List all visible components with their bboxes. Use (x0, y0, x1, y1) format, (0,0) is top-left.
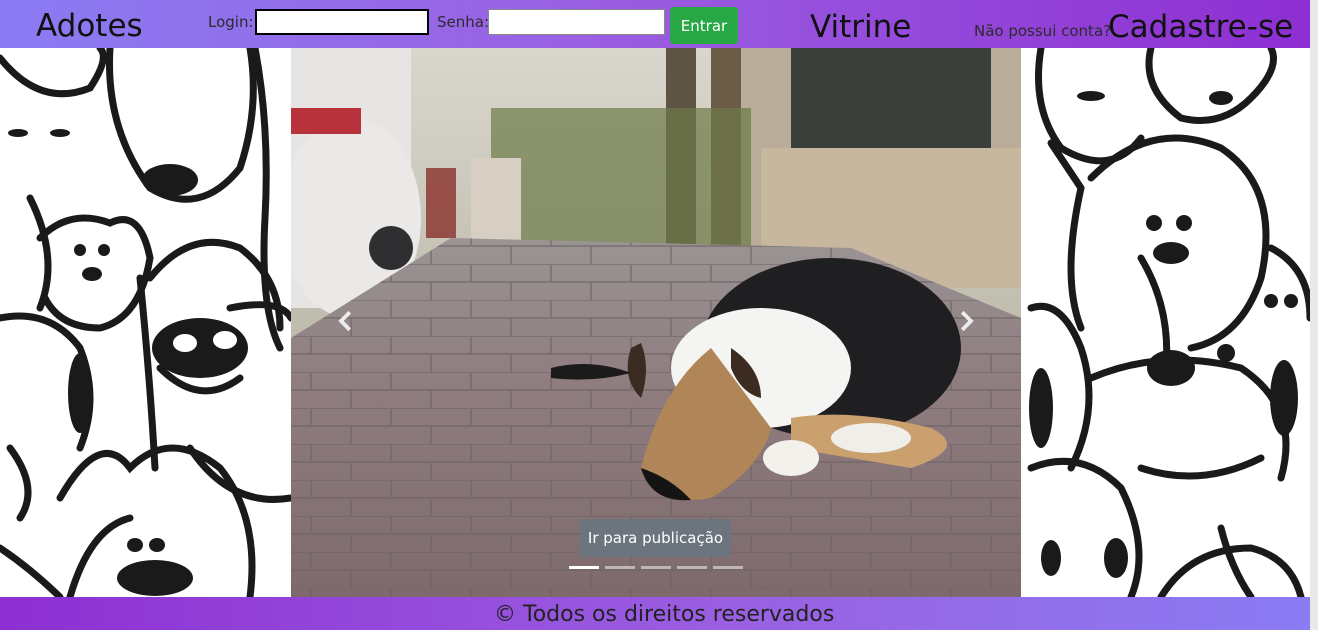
copyright-text: © Todos os direitos reservados (494, 602, 835, 627)
enter-button[interactable]: Entrar (670, 7, 738, 44)
right-dog-doodle-panel (1021, 48, 1310, 597)
footer: © Todos os direitos reservados (0, 597, 1310, 630)
left-dog-doodle-panel (0, 48, 291, 597)
brand-logo[interactable]: Adotes (36, 7, 143, 45)
password-label: Senha: (437, 13, 490, 31)
carousel-indicator[interactable] (641, 566, 671, 569)
login-label: Login: (208, 13, 254, 31)
password-input[interactable] (488, 9, 665, 35)
carousel-indicator[interactable] (569, 566, 599, 569)
carousel-indicator[interactable] (677, 566, 707, 569)
dog-doodle-illustration (1027, 48, 1310, 597)
no-account-text: Não possui conta? (974, 22, 1112, 40)
carousel-indicator[interactable] (713, 566, 743, 569)
dog-doodle-illustration (0, 48, 291, 597)
page-scrollbar[interactable] (1310, 0, 1318, 630)
login-input[interactable] (255, 9, 429, 35)
top-navbar: Adotes Login: Senha: Entrar Vitrine Não … (0, 0, 1310, 48)
chevron-right-icon[interactable] (951, 306, 981, 336)
go-to-publication-button[interactable]: Ir para publicação (580, 519, 731, 557)
showcase-link[interactable]: Vitrine (810, 8, 911, 46)
signup-link[interactable]: Cadastre-se (1108, 8, 1293, 46)
dog-on-sidewalk-photo (291, 48, 1021, 597)
adoption-carousel (291, 48, 1021, 597)
carousel-indicator[interactable] (605, 566, 635, 569)
chevron-left-icon[interactable] (331, 306, 361, 336)
